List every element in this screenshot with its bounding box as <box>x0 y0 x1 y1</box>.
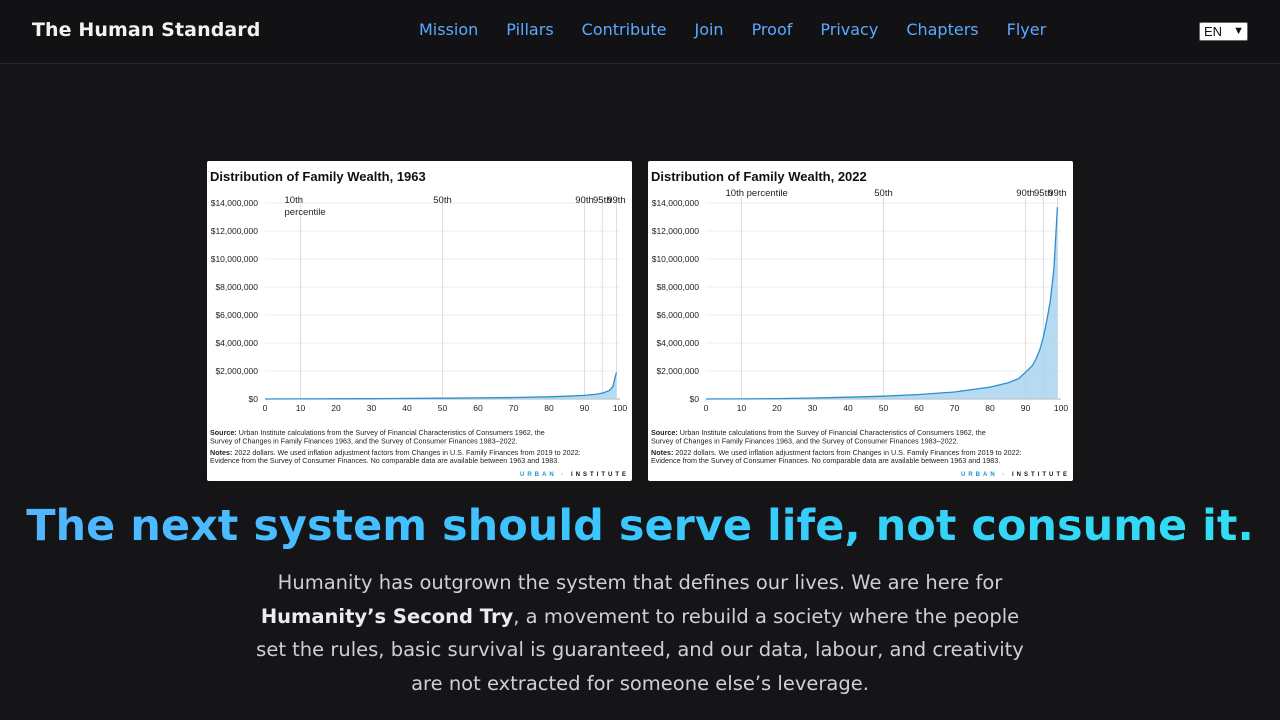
x-tick-label: 80 <box>544 403 554 413</box>
x-tick-label: 60 <box>473 403 483 413</box>
y-tick-label: $8,000,000 <box>656 282 699 292</box>
wealth-chart-1963: Distribution of Family Wealth, 1963 $0 $2,… <box>207 161 632 481</box>
x-tick-label: 100 <box>1054 403 1068 413</box>
y-tick-label: $2,000,000 <box>656 366 699 376</box>
y-tick-label: $10,000,000 <box>211 254 259 264</box>
nav-link-join[interactable]: Join <box>694 20 723 39</box>
nav-link-chapters[interactable]: Chapters <box>906 20 978 39</box>
x-tick-label: 30 <box>367 403 377 413</box>
y-tick-label: $14,000,000 <box>652 198 700 208</box>
site-title[interactable]: The Human Standard <box>32 19 260 41</box>
hero-headline: The next system should serve life, not c… <box>0 500 1280 552</box>
wealth-curve <box>705 207 1059 400</box>
x-tick-label: 0 <box>263 403 268 413</box>
chart-notes-line: Evidence from the Survey of Consumer Fin… <box>210 456 559 465</box>
chart-source-line: Survey of Changes in Family Finances 196… <box>210 436 518 445</box>
x-tick-label: 60 <box>914 403 924 413</box>
y-tick-label: $14,000,000 <box>211 198 259 208</box>
y-tick-label: $6,000,000 <box>656 310 699 320</box>
y-tick-label: $4,000,000 <box>656 338 699 348</box>
nav-link-flyer[interactable]: Flyer <box>1007 20 1047 39</box>
site-header: The Human Standard Mission Pillars Contr… <box>0 0 1280 64</box>
y-tick-label: $0 <box>249 394 259 404</box>
percentile-label: 10th <box>285 195 304 206</box>
lead-strong: Humanity’s Second Try <box>260 604 514 628</box>
percentile-label: 90th <box>575 195 594 206</box>
x-tick-label: 90 <box>1021 403 1031 413</box>
percentile-label: 50th <box>433 195 452 206</box>
x-tick-label: 50 <box>879 403 889 413</box>
wealth-area <box>706 207 1058 399</box>
wealth-area <box>265 372 617 399</box>
lead-text-1: Humanity has outgrown the system that de… <box>277 571 1003 594</box>
nav-link-proof[interactable]: Proof <box>752 20 793 39</box>
nav-link-mission[interactable]: Mission <box>419 20 478 39</box>
y-tick-label: $4,000,000 <box>215 338 258 348</box>
wealth-chart-2022-svg: Distribution of Family Wealth, 2022 $0 $2,… <box>651 169 1070 478</box>
percentile-label-2: percentile <box>285 207 326 218</box>
x-tick-label: 40 <box>843 403 853 413</box>
x-tick-label: 30 <box>808 403 818 413</box>
x-tick-label: 90 <box>580 403 590 413</box>
urban-institute-logo: URBAN · INSTITUTE <box>961 472 1070 478</box>
y-tick-label: $6,000,000 <box>215 310 258 320</box>
percentile-label: 99th <box>1048 188 1067 199</box>
y-tick-label: $8,000,000 <box>215 282 258 292</box>
language-value: EN <box>1204 24 1223 39</box>
urban-institute-logo: URBAN · INSTITUTE <box>520 472 629 478</box>
percentile-label: 90th <box>1016 188 1035 199</box>
percentile-label: 50th <box>874 188 893 199</box>
percentile-label: 99th <box>607 195 626 206</box>
x-tick-label: 100 <box>613 403 627 413</box>
wealth-chart-2022: Distribution of Family Wealth, 2022 $0 $2,… <box>648 161 1073 481</box>
wealth-curve <box>264 372 618 400</box>
y-tick-label: $12,000,000 <box>211 226 259 236</box>
chart-title: Distribution of Family Wealth, 2022 <box>651 169 867 184</box>
x-tick-label: 10 <box>737 403 747 413</box>
x-tick-label: 70 <box>509 403 519 413</box>
nav-link-pillars[interactable]: Pillars <box>506 20 553 39</box>
x-tick-label: 20 <box>331 403 341 413</box>
y-tick-label: $10,000,000 <box>652 254 700 264</box>
nav-link-contribute[interactable]: Contribute <box>582 20 667 39</box>
x-tick-label: 70 <box>950 403 960 413</box>
x-tick-label: 80 <box>985 403 995 413</box>
y-tick-label: $0 <box>690 394 700 404</box>
main-nav: Mission Pillars Contribute Join Proof Pr… <box>405 20 1060 39</box>
language-select[interactable]: EN ▼ <box>1199 22 1248 41</box>
x-tick-label: 10 <box>296 403 306 413</box>
chevron-down-icon: ▼ <box>1233 25 1244 37</box>
chart-source-line: Survey of Changes in Family Finances 196… <box>651 436 959 445</box>
y-tick-label: $2,000,000 <box>215 366 258 376</box>
nav-link-privacy[interactable]: Privacy <box>820 20 878 39</box>
x-tick-label: 50 <box>438 403 448 413</box>
percentile-label: 10th percentile <box>726 188 788 199</box>
hero-lead: Humanity has outgrown the system that de… <box>250 566 1030 700</box>
x-tick-label: 20 <box>772 403 782 413</box>
wealth-chart-1963-svg: Distribution of Family Wealth, 1963 $0 $2,… <box>210 169 629 478</box>
y-tick-label: $12,000,000 <box>652 226 700 236</box>
chart-title: Distribution of Family Wealth, 1963 <box>210 169 426 184</box>
x-tick-label: 40 <box>402 403 412 413</box>
x-tick-label: 0 <box>704 403 709 413</box>
chart-notes-line: Evidence from the Survey of Consumer Fin… <box>651 456 1000 465</box>
